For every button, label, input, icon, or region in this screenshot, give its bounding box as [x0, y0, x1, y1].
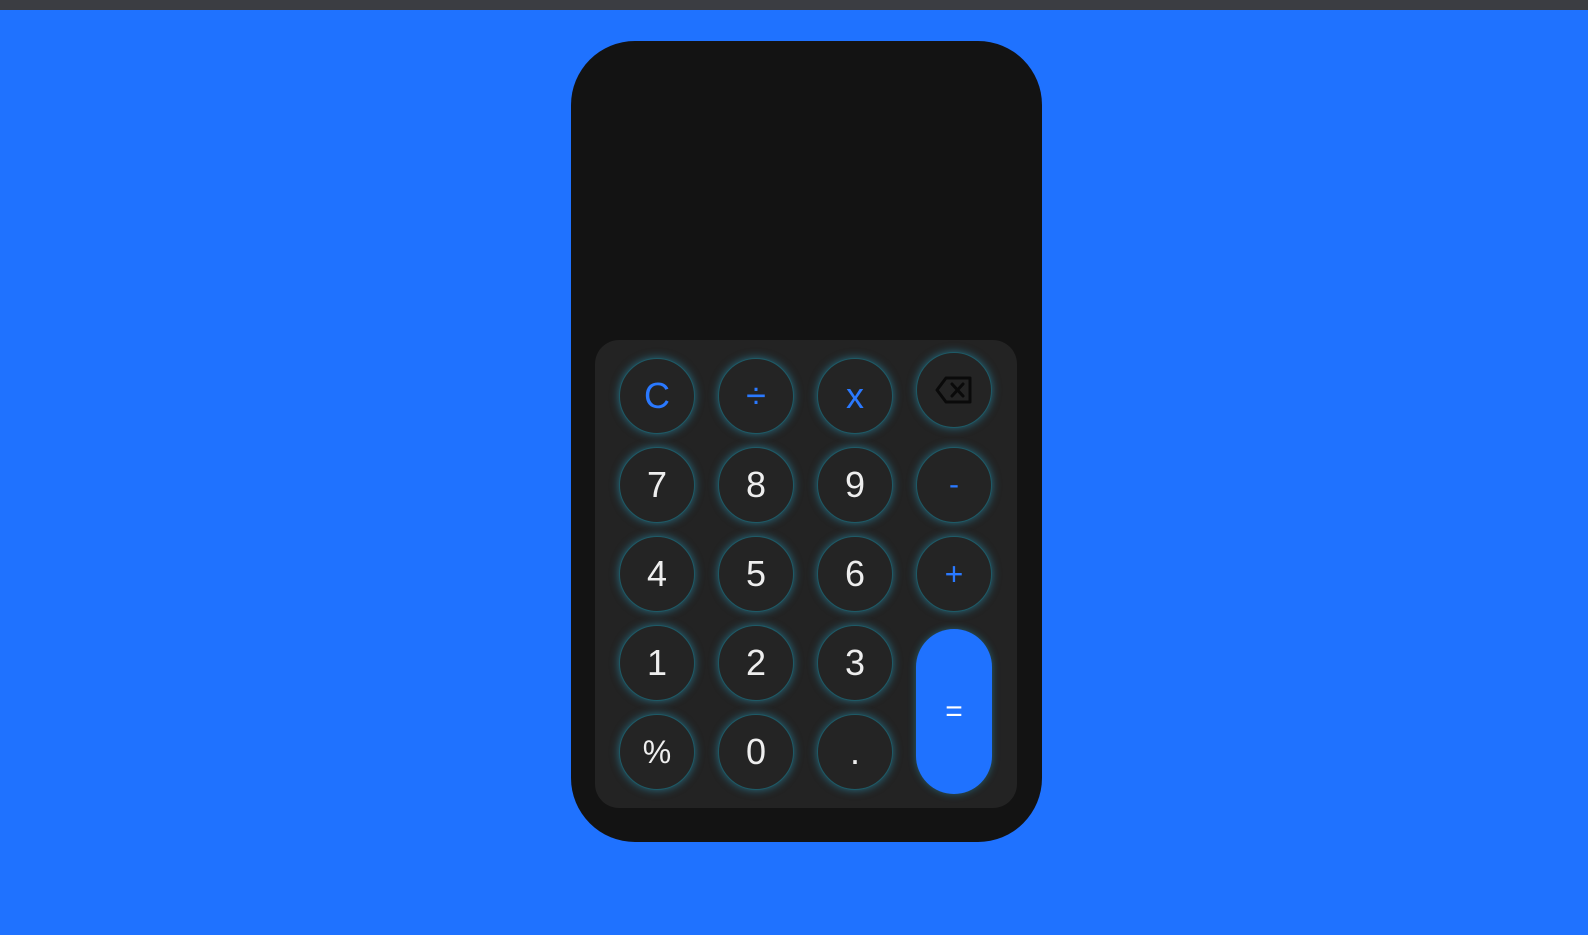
digit-9-button[interactable]: 9 [817, 447, 893, 523]
calculator-display [595, 65, 1018, 325]
calculator: C ÷ x 7 8 9 - 4 5 6 + 1 2 3 = % 0 . [571, 41, 1042, 842]
backspace-button[interactable] [916, 352, 992, 428]
digit-1-button[interactable]: 1 [619, 625, 695, 701]
decimal-button[interactable]: . [817, 714, 893, 790]
percent-button[interactable]: % [619, 714, 695, 790]
clear-button[interactable]: C [619, 358, 695, 434]
browser-top-strip [0, 0, 1588, 10]
digit-4-button[interactable]: 4 [619, 536, 695, 612]
plus-button[interactable]: + [916, 536, 992, 612]
keypad: C ÷ x 7 8 9 - 4 5 6 + 1 2 3 = % 0 . [595, 340, 1017, 808]
equals-button[interactable]: = [916, 629, 992, 794]
digit-3-button[interactable]: 3 [817, 625, 893, 701]
digit-8-button[interactable]: 8 [718, 447, 794, 523]
digit-5-button[interactable]: 5 [718, 536, 794, 612]
digit-6-button[interactable]: 6 [817, 536, 893, 612]
digit-2-button[interactable]: 2 [718, 625, 794, 701]
divide-button[interactable]: ÷ [718, 358, 794, 434]
minus-button[interactable]: - [916, 447, 992, 523]
multiply-button[interactable]: x [817, 358, 893, 434]
digit-7-button[interactable]: 7 [619, 447, 695, 523]
backspace-icon [935, 376, 973, 404]
digit-0-button[interactable]: 0 [718, 714, 794, 790]
